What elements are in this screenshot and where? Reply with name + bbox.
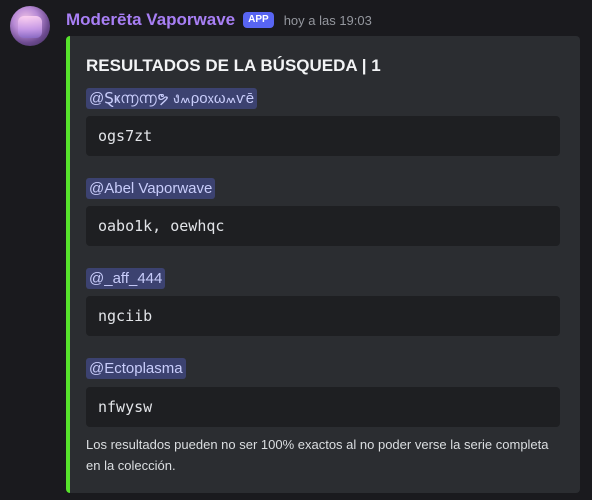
avatar-image-icon xyxy=(18,16,42,38)
embed-footer-note: Los resultados pueden no ser 100% exacto… xyxy=(86,437,549,473)
code-block: oabo1k, oewhqc xyxy=(86,206,560,246)
timestamp[interactable]: hoy a las 19:03 xyxy=(284,13,372,28)
message-header: Moderēta Vaporwave APP hoy a las 19:03 xyxy=(66,8,372,32)
user-mention[interactable]: @Ȿҝ൬൬ຯ ง៳ρo᥊ω៳ѵē xyxy=(86,88,258,109)
embed-title: RESULTADOS DE LA BÚSQUEDA | 1 xyxy=(86,56,381,75)
user-avatar[interactable] xyxy=(10,6,50,46)
user-mention[interactable]: @Ectoplasma xyxy=(86,358,186,379)
chat-message: Moderēta Vaporwave APP hoy a las 19:03 R… xyxy=(0,0,592,500)
user-mention[interactable]: @_aff_444 xyxy=(86,268,166,289)
code-block: nfwysw xyxy=(86,387,560,427)
username[interactable]: Moderēta Vaporwave xyxy=(66,10,235,30)
embed-card: RESULTADOS DE LA BÚSQUEDA | 1 @Ȿҝ൬൬ຯ ง៳ρ… xyxy=(66,36,580,493)
user-mention[interactable]: @Abel Vaporwave xyxy=(86,178,216,199)
code-block: ogs7zt xyxy=(86,116,560,156)
code-block: ngciib xyxy=(86,296,560,336)
app-badge: APP xyxy=(243,12,274,28)
